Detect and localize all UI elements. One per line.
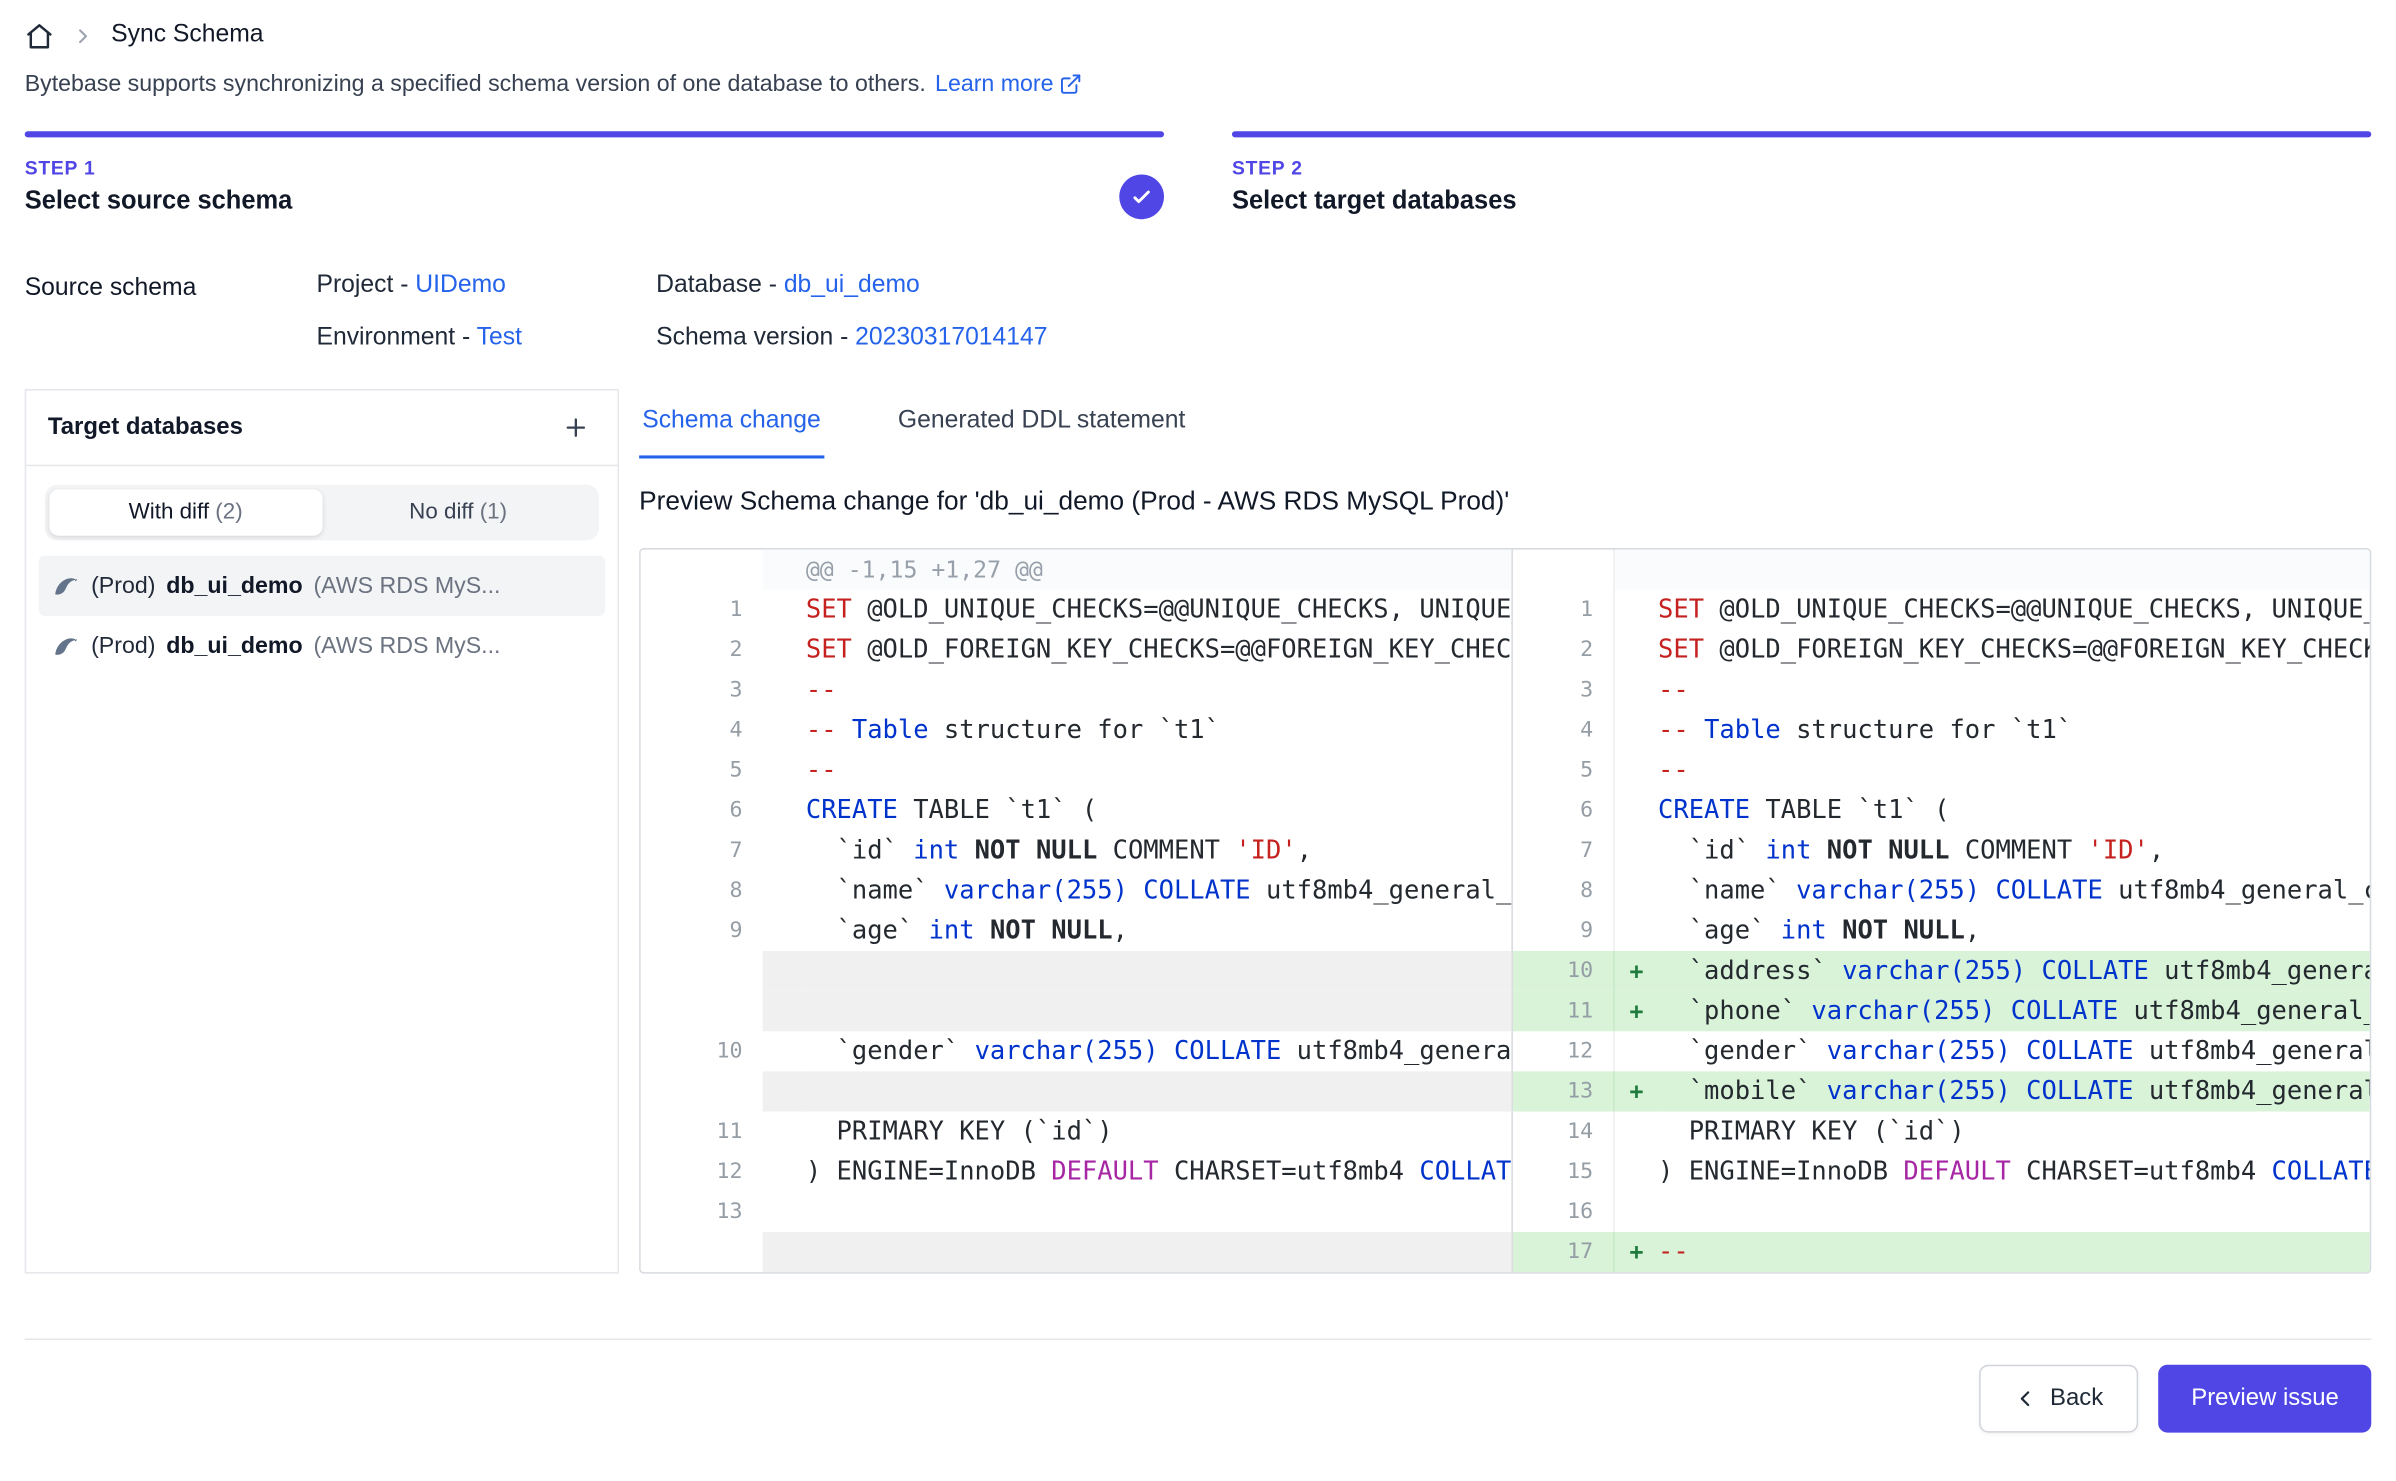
db-environment: (Prod) [91, 573, 155, 599]
diff-row: 8 `name` varchar(255) COLLATE utf8mb4_ge… [641, 871, 2370, 911]
source-schema-version: Schema version - 20230317014147 [656, 324, 1047, 352]
diff-row: 7 `id` int NOT NULL COMMENT 'ID',7 `id` … [641, 831, 2370, 871]
mysql-engine-icon [51, 571, 80, 600]
diff-row: 9 `age` int NOT NULL,9 `age` int NOT NUL… [641, 911, 2370, 951]
step-2-progress-bar [1232, 131, 2371, 137]
target-databases-panel: Target databases With diff (2) No diff (… [25, 389, 619, 1274]
chevron-right-icon [73, 25, 93, 45]
environment-link[interactable]: Test [477, 324, 522, 350]
step-1-complete-check-icon [1119, 174, 1164, 219]
db-instance: (AWS RDS MyS... [313, 633, 500, 659]
diff-row: 1SET @OLD_UNIQUE_CHECKS=@@UNIQUE_CHECKS,… [641, 590, 2370, 630]
target-database-item[interactable]: (Prod) db_ui_demo (AWS RDS MyS... [39, 616, 606, 676]
diff-row: 12) ENGINE=InnoDB DEFAULT CHARSET=utf8mb… [641, 1152, 2370, 1192]
chevron-left-icon [2015, 1388, 2037, 1410]
source-schema-summary: Source schema Project - UIDemo Database … [25, 272, 2372, 352]
schema-preview-section: Schema change Generated DDL statement Pr… [639, 389, 2371, 1274]
learn-more-link[interactable]: Learn more [935, 71, 1083, 97]
add-target-database-button[interactable] [556, 408, 596, 448]
diff-row: 6CREATE TABLE `t1` (6CREATE TABLE `t1` ( [641, 790, 2370, 830]
target-database-item[interactable]: (Prod) db_ui_demo (AWS RDS MyS... [39, 556, 606, 616]
source-environment: Environment - Test [316, 324, 656, 352]
schema-diff-viewer[interactable]: @@ -1,15 +1,27 @@ 1SET @OLD_UNIQUE_CHECK… [639, 548, 2371, 1274]
preview-title: Preview Schema change for 'db_ui_demo (P… [639, 486, 2371, 517]
tab-no-diff-count: (1) [480, 500, 507, 525]
step-1-label: STEP 1 [25, 157, 1164, 179]
diff-row: 11+ `phone` varchar(255) COLLATE utf8mb4… [641, 991, 2370, 1031]
breadcrumb: Sync Schema [25, 15, 2372, 55]
step-1: STEP 1 Select source schema [25, 131, 1164, 216]
tab-with-diff-count: (2) [215, 500, 242, 525]
tab-with-diff[interactable]: With diff (2) [49, 489, 321, 535]
diff-row: 11 PRIMARY KEY (`id`)14 PRIMARY KEY (`id… [641, 1112, 2370, 1152]
db-environment: (Prod) [91, 633, 155, 659]
tab-with-diff-label: With diff [129, 500, 216, 525]
diff-row: 10+ `address` varchar(255) COLLATE utf8m… [641, 951, 2370, 991]
source-project: Project - UIDemo [316, 272, 656, 300]
target-databases-title: Target databases [48, 414, 243, 442]
source-database: Database - db_ui_demo [656, 272, 1047, 300]
target-database-list: (Prod) db_ui_demo (AWS RDS MyS... (Prod)… [26, 553, 617, 680]
back-button[interactable]: Back [1979, 1365, 2139, 1433]
external-link-icon [1060, 73, 1083, 96]
app-window: Sync Schema Bytebase supports synchroniz… [0, 0, 2396, 1481]
diff-row: 17+-- [641, 1232, 2370, 1272]
diff-filter-tabs: With diff (2) No diff (1) [45, 485, 599, 541]
footer-actions: Back Preview issue [25, 1338, 2372, 1451]
diff-hunk-header: @@ -1,15 +1,27 @@ [641, 550, 2370, 590]
home-icon[interactable] [25, 21, 54, 50]
db-name: db_ui_demo [166, 633, 302, 659]
schema-version-link[interactable]: 20230317014147 [855, 324, 1047, 350]
step-2: STEP 2 Select target databases [1232, 131, 2371, 216]
learn-more-label: Learn more [935, 71, 1053, 97]
back-button-label: Back [2050, 1385, 2103, 1413]
diff-table: 1SET @OLD_UNIQUE_CHECKS=@@UNIQUE_CHECKS,… [641, 590, 2370, 1272]
tab-generated-ddl[interactable]: Generated DDL statement [895, 389, 1189, 458]
database-link[interactable]: db_ui_demo [784, 272, 920, 298]
project-link[interactable]: UIDemo [415, 272, 506, 298]
source-schema-label: Source schema [25, 272, 317, 352]
page-title: Sync Schema [111, 22, 263, 50]
diff-row: 1316 [641, 1192, 2370, 1232]
db-name: db_ui_demo [166, 573, 302, 599]
diff-row: 5--5-- [641, 750, 2370, 790]
diff-row: 4-- Table structure for `t1`4-- Table st… [641, 710, 2370, 750]
step-2-title: Select target databases [1232, 187, 2371, 216]
step-indicator: STEP 1 Select source schema STEP 2 Selec… [25, 131, 2372, 216]
hunk-text: @@ -1,15 +1,27 @@ [806, 556, 1043, 584]
db-instance: (AWS RDS MyS... [313, 573, 500, 599]
mysql-engine-icon [51, 631, 80, 660]
diff-row: 3--3-- [641, 670, 2370, 710]
diff-row: 10 `gender` varchar(255) COLLATE utf8mb4… [641, 1031, 2370, 1071]
preview-issue-button[interactable]: Preview issue [2159, 1365, 2371, 1433]
tab-schema-change[interactable]: Schema change [639, 389, 824, 458]
step-1-progress-bar [25, 131, 1164, 137]
tab-no-diff-label: No diff [409, 500, 480, 525]
diff-row: 2SET @OLD_FOREIGN_KEY_CHECKS=@@FOREIGN_K… [641, 630, 2370, 670]
diff-row: 13+ `mobile` varchar(255) COLLATE utf8mb… [641, 1071, 2370, 1111]
preview-tabs: Schema change Generated DDL statement [639, 389, 2371, 458]
step-2-label: STEP 2 [1232, 157, 2371, 179]
step-1-title: Select source schema [25, 187, 1164, 216]
tab-no-diff[interactable]: No diff (1) [322, 489, 594, 535]
intro-text: Bytebase supports synchronizing a specif… [25, 71, 926, 97]
